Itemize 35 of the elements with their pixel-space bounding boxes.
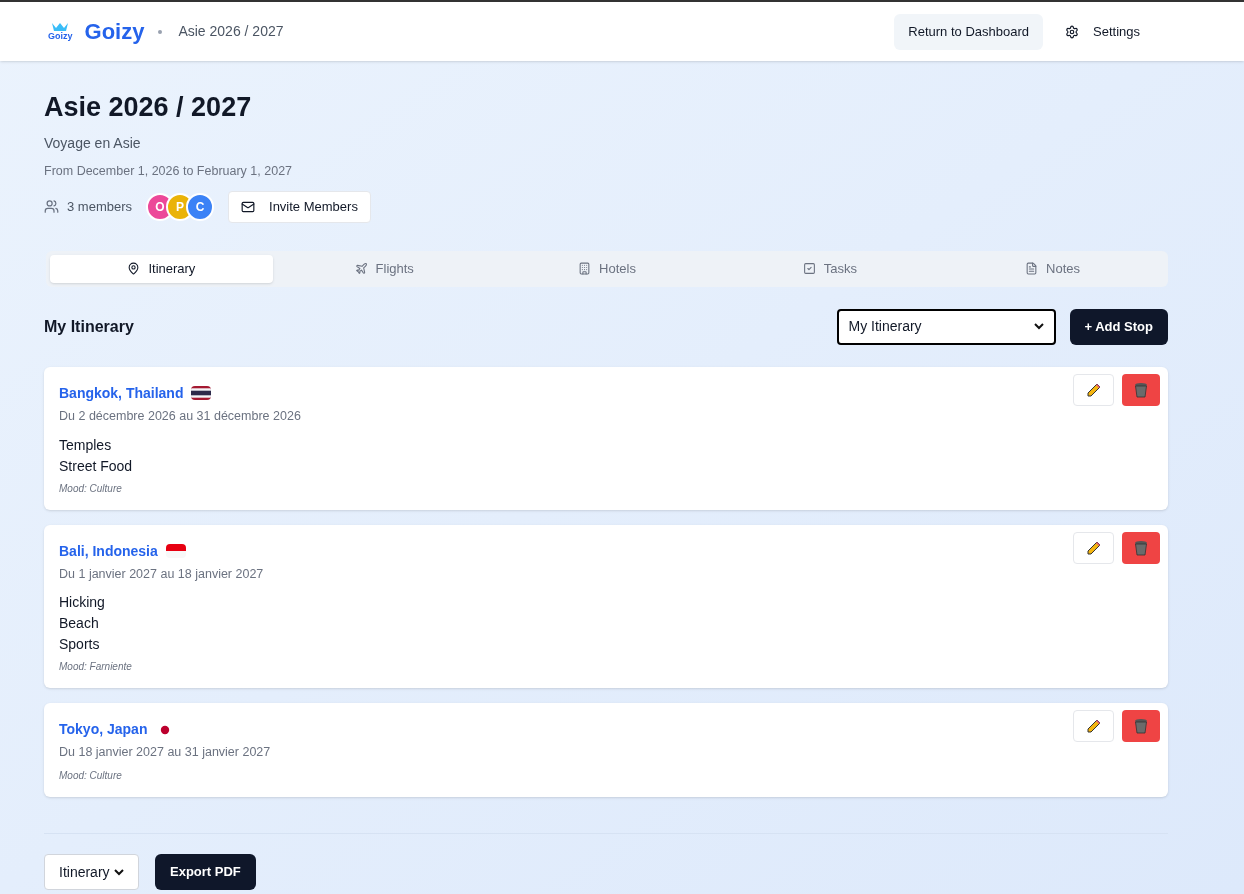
breadcrumb: Asie 2026 / 2027: [178, 22, 284, 41]
stop-dates: Du 2 décembre 2026 au 31 décembre 2026: [59, 407, 302, 425]
stop-mood: Mood: Farniente: [59, 660, 133, 675]
activity: Sports: [59, 635, 101, 654]
tab[interactable]: Itinerary: [50, 254, 273, 283]
tab[interactable]: Flights: [272, 254, 496, 283]
members-count: 3 members: [67, 198, 133, 216]
trip-dates: From December 1, 2026 to February 1, 2027: [44, 163, 294, 180]
settings-button[interactable]: Settings: [1051, 13, 1154, 50]
tab[interactable]: Hotels: [495, 254, 719, 283]
stop-mood: Mood: Culture: [59, 769, 123, 783]
tab[interactable]: Notes: [941, 254, 1164, 283]
stop-mood: Mood: Culture: [59, 481, 123, 496]
trip-title: Asie 2026 / 2027: [44, 91, 253, 123]
export-type-select[interactable]: Itinerary: [44, 854, 139, 890]
activity: Hicking: [59, 593, 106, 612]
invite-button[interactable]: Invite Members: [228, 190, 371, 223]
section-heading: My Itinerary: [44, 316, 134, 337]
activity: Beach: [59, 614, 100, 633]
itinerary-select[interactable]: My Itinerary: [836, 308, 1056, 345]
add-stop-button[interactable]: + Add Stop: [1069, 308, 1168, 345]
stop-place[interactable]: Tokyo, Japan: [59, 719, 148, 741]
activity: Temples: [59, 435, 113, 454]
stop-dates: Du 18 janvier 2027 au 31 janvier 2027: [59, 744, 272, 762]
activity: Street Food: [59, 456, 134, 475]
tab[interactable]: Tasks: [718, 254, 942, 283]
trip-subtitle: Voyage en Asie: [44, 134, 142, 153]
logo-text: Goizy: [48, 32, 73, 41]
stop-dates: Du 1 janvier 2027 au 18 janvier 2027: [59, 565, 265, 583]
member-avatar: C: [186, 192, 215, 221]
brand-name: Goizy: [84, 18, 145, 46]
dashboard-button[interactable]: Return to Dashboard: [894, 13, 1043, 50]
export-pdf-button[interactable]: Export PDF: [155, 854, 256, 890]
stop-place[interactable]: Bali, Indonesia: [59, 540, 158, 562]
stop-place[interactable]: Bangkok, Thailand: [59, 382, 184, 404]
